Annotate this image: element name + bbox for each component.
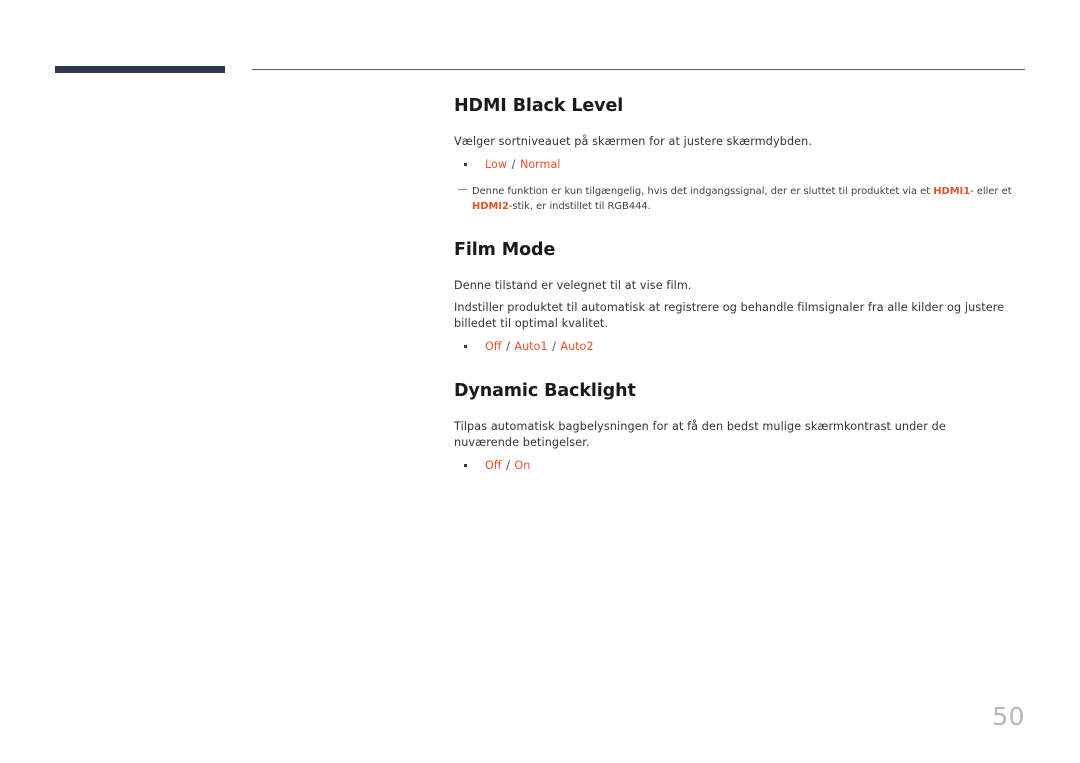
note-text: - eller et	[970, 186, 1012, 198]
option-value: Low	[485, 157, 508, 171]
option-value: On	[514, 459, 531, 473]
section-paragraph: Tilpas automatisk bagbelysningen for at …	[454, 420, 946, 450]
option-separator: /	[506, 340, 510, 354]
option-value: Auto2	[560, 340, 594, 354]
note-highlight: HDMI1	[933, 186, 971, 198]
list-item: Low / Normal	[454, 157, 1014, 173]
note-highlight: HDMI2	[472, 200, 509, 212]
page-content: HDMI Black Level Vælger sortniveauet på …	[454, 96, 1014, 474]
section-film-mode: Film Mode Denne tilstand er velegnet til…	[454, 240, 1014, 355]
page-number: 50	[992, 702, 1025, 731]
note-text: -stik, er indstillet til RGB444.	[508, 200, 651, 212]
note-text: Denne funktion er kun tilgængelig, hvis …	[472, 186, 934, 198]
note-dash-icon	[458, 189, 467, 191]
option-separator: /	[506, 459, 510, 473]
option-list: Low / Normal	[454, 157, 1014, 173]
section-hdmi-black-level: HDMI Black Level Vælger sortniveauet på …	[454, 96, 1014, 214]
section-heading: Dynamic Backlight	[454, 381, 636, 402]
section-paragraph: Denne tilstand er velegnet til at vise f…	[454, 279, 692, 293]
option-value: Auto1	[514, 340, 548, 354]
section-dynamic-backlight: Dynamic Backlight Tilpas automatisk bagb…	[454, 381, 1014, 474]
option-value: Off	[485, 459, 502, 473]
section-heading: HDMI Black Level	[454, 96, 624, 116]
bullet-icon	[464, 162, 467, 166]
document-page: HDMI Black Level Vælger sortniveauet på …	[0, 0, 1080, 763]
list-item: Off / Auto1 / Auto2	[454, 339, 1014, 355]
page-header-decoration	[0, 66, 1080, 78]
section-paragraph: Vælger sortniveauet på skærmen for at ju…	[454, 135, 813, 148]
section-paragraph: Indstiller produktet til automatisk at r…	[454, 301, 1005, 331]
option-separator: /	[511, 157, 516, 171]
section-heading: Film Mode	[454, 240, 556, 261]
section-note: Denne funktion er kun tilgængelig, hvis …	[454, 185, 1014, 214]
list-item: Off / On	[454, 458, 1014, 474]
bullet-icon	[464, 345, 467, 349]
option-list: Off / On	[454, 458, 1014, 474]
option-value: Off	[485, 340, 502, 354]
option-value: Normal	[519, 157, 561, 171]
header-divider-line	[252, 69, 1025, 70]
header-accent-bar	[55, 66, 225, 73]
bullet-icon	[464, 464, 467, 468]
option-list: Off / Auto1 / Auto2	[454, 339, 1014, 355]
option-separator: /	[552, 340, 556, 354]
